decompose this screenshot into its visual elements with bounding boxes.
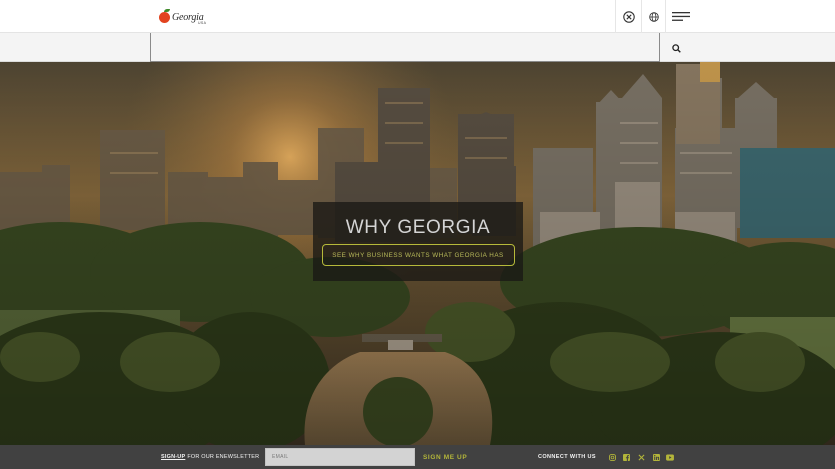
close-circle-icon bbox=[622, 10, 635, 23]
close-button[interactable] bbox=[615, 0, 641, 33]
email-input[interactable] bbox=[265, 448, 415, 466]
georgia-logo[interactable]: Georgia USA bbox=[159, 7, 207, 27]
newsletter-footer: SIGN-UP FOR OUR ENEWSLETTER SIGN ME UP C… bbox=[0, 445, 835, 469]
hamburger-menu-icon bbox=[671, 12, 690, 21]
hero-card: WHY GEORGIA SEE WHY BUSINESS WANTS WHAT … bbox=[313, 202, 523, 281]
menu-button[interactable] bbox=[665, 0, 695, 33]
hero-title: WHY GEORGIA bbox=[345, 217, 491, 238]
linkedin-icon bbox=[652, 453, 660, 461]
newsletter-label: SIGN-UP FOR OUR ENEWSLETTER bbox=[161, 445, 259, 469]
hero-cta-button[interactable]: SEE WHY BUSINESS WANTS WHAT GEORGIA HAS bbox=[321, 244, 515, 266]
instagram-icon bbox=[608, 453, 616, 461]
youtube-icon bbox=[666, 453, 674, 461]
facebook-link[interactable] bbox=[622, 453, 630, 461]
signup-link[interactable]: SIGN-UP bbox=[161, 454, 185, 460]
search-icon bbox=[671, 43, 681, 53]
search-button[interactable] bbox=[668, 40, 684, 56]
globe-icon bbox=[648, 11, 659, 22]
top-header: Georgia USA bbox=[0, 0, 835, 33]
instagram-link[interactable] bbox=[608, 453, 616, 461]
peach-logo-icon bbox=[159, 8, 170, 23]
language-button[interactable] bbox=[641, 0, 665, 33]
x-icon bbox=[638, 454, 644, 460]
sign-me-up-button[interactable]: SIGN ME UP bbox=[423, 445, 467, 469]
linkedin-link[interactable] bbox=[652, 453, 660, 461]
newsletter-label-text: FOR OUR ENEWSLETTER bbox=[187, 454, 260, 460]
facebook-icon bbox=[622, 453, 630, 461]
youtube-link[interactable] bbox=[666, 453, 674, 461]
search-bar bbox=[0, 33, 835, 62]
connect-label: CONNECT WITH US bbox=[538, 454, 596, 460]
hero-banner: WHY GEORGIA SEE WHY BUSINESS WANTS WHAT … bbox=[0, 62, 835, 445]
search-input[interactable] bbox=[150, 33, 660, 62]
x-link[interactable] bbox=[637, 453, 645, 461]
logo-subtext: USA bbox=[198, 21, 207, 25]
